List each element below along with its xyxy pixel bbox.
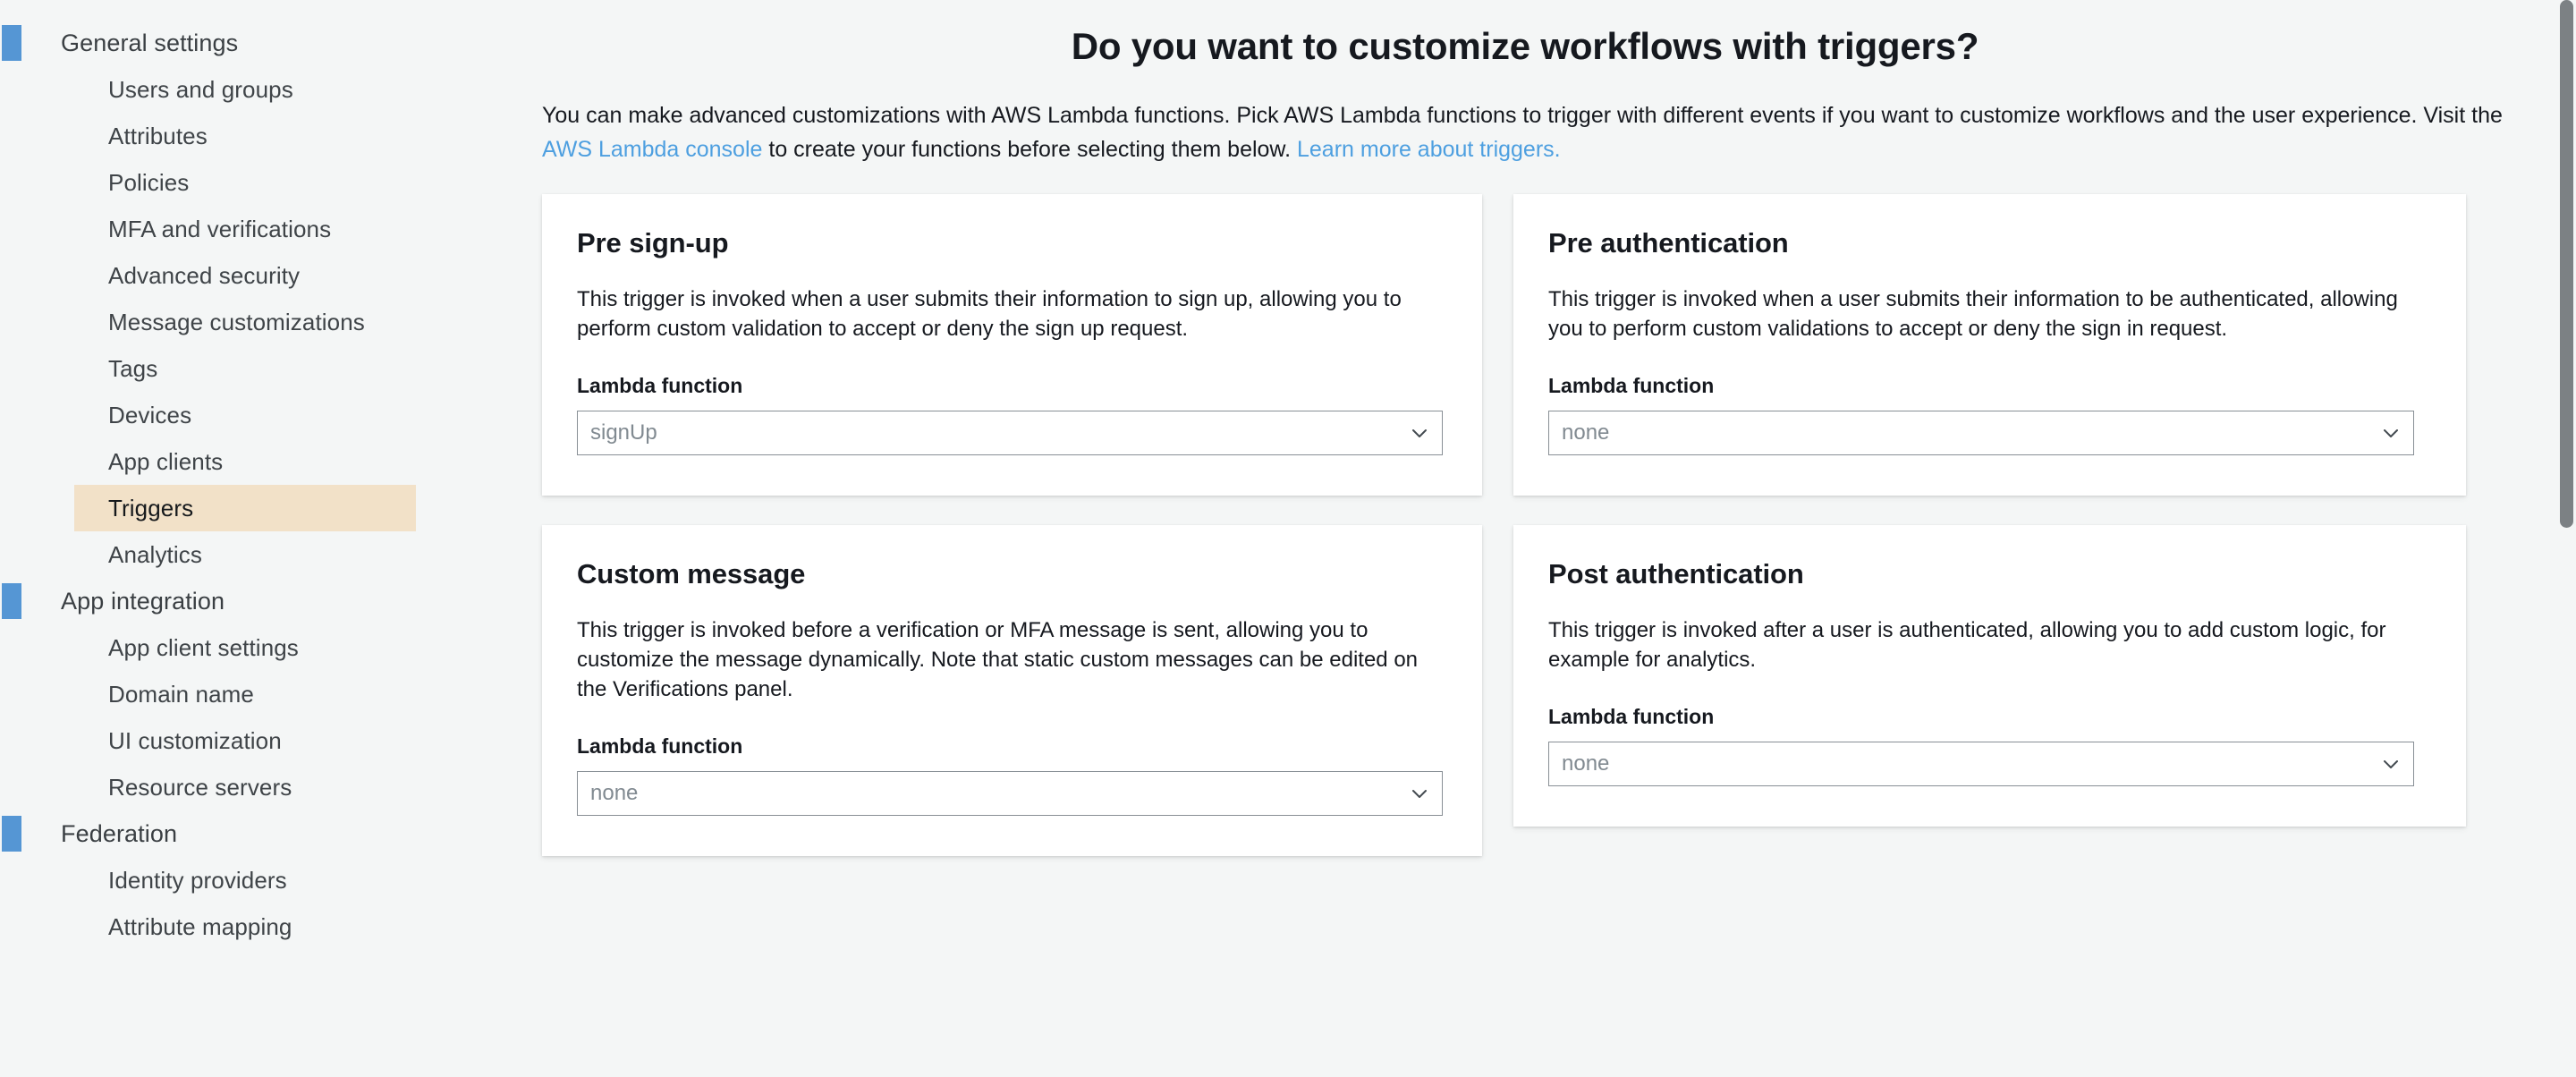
sidebar-item-tags[interactable]: Tags: [0, 345, 510, 392]
select-value: none: [1562, 420, 1610, 445]
sidebar-item-label: App client settings: [108, 633, 299, 661]
sidebar-item-label: Attribute mapping: [108, 912, 292, 940]
lambda-function-label: Lambda function: [577, 374, 743, 397]
sidebar-item-attribute-mapping[interactable]: Attribute mapping: [0, 903, 510, 950]
trigger-card-pre-authentication: Pre authentication This trigger is invok…: [1513, 194, 2466, 496]
intro-text-part-1: You can make advanced customizations wit…: [542, 103, 2503, 128]
sidebar-item-label: Devices: [108, 401, 192, 428]
sidebar-section-federation[interactable]: Federation: [0, 810, 510, 857]
app-root: General settings Users and groups Attrib…: [0, 0, 2576, 1077]
card-description: This trigger is invoked before a verific…: [577, 618, 1419, 701]
sidebar-section-general-settings[interactable]: General settings: [0, 20, 510, 66]
sidebar-item-label: Attributes: [108, 122, 208, 149]
sidebar-item-label: Advanced security: [108, 261, 301, 289]
lambda-function-label: Lambda function: [1548, 705, 1715, 728]
sidebar-item-attributes[interactable]: Attributes: [0, 113, 510, 159]
sidebar-item-policies[interactable]: Policies: [0, 159, 510, 206]
card-title: Pre authentication: [1548, 227, 1789, 259]
chevron-down-icon: [1410, 423, 1429, 443]
trigger-card-post-authentication: Post authentication This trigger is invo…: [1513, 525, 2466, 827]
chevron-down-icon: [2381, 754, 2401, 774]
lambda-function-label: Lambda function: [1548, 374, 1715, 397]
sidebar-item-analytics[interactable]: Analytics: [0, 531, 510, 578]
sidebar-item-label: Message customizations: [108, 308, 365, 335]
sidebar-item-label: UI customization: [108, 726, 282, 754]
card-title: Custom message: [577, 558, 806, 589]
aws-lambda-console-link[interactable]: AWS Lambda console: [542, 137, 762, 162]
intro-paragraph: You can make advanced customizations wit…: [510, 98, 2576, 166]
sidebar-item-label: Analytics: [108, 540, 202, 568]
sidebar-item-devices[interactable]: Devices: [0, 392, 510, 438]
lambda-function-select-post-authentication[interactable]: none: [1548, 742, 2414, 786]
card-description: This trigger is invoked when a user subm…: [577, 287, 1402, 341]
sidebar-section-label: Federation: [61, 819, 178, 847]
sidebar-item-label: Triggers: [108, 494, 194, 522]
sidebar-item-app-clients[interactable]: App clients: [0, 438, 510, 485]
sidebar-section-label: App integration: [61, 587, 225, 615]
sidebar-item-label: Domain name: [108, 680, 254, 708]
sidebar-item-app-client-settings[interactable]: App client settings: [0, 624, 510, 671]
card-description: This trigger is invoked when a user subm…: [1548, 287, 2398, 341]
sidebar-item-identity-providers[interactable]: Identity providers: [0, 857, 510, 903]
sidebar-section-label: General settings: [61, 29, 239, 56]
sidebar-item-label: Users and groups: [108, 75, 293, 103]
page-scrollbar-thumb[interactable]: [2560, 0, 2573, 528]
trigger-cards-column-right: Pre authentication This trigger is invok…: [1513, 194, 2466, 856]
sidebar-item-label: App clients: [108, 447, 224, 475]
sidebar-item-label: MFA and verifications: [108, 215, 332, 242]
select-value: none: [590, 781, 639, 805]
sidebar-item-domain-name[interactable]: Domain name: [0, 671, 510, 717]
sidebar-item-label: Tags: [108, 354, 158, 382]
select-value: signUp: [590, 420, 657, 445]
sidebar-item-resource-servers[interactable]: Resource servers: [0, 764, 510, 810]
trigger-card-pre-sign-up: Pre sign-up This trigger is invoked when…: [542, 194, 1482, 496]
sidebar-item-users-and-groups[interactable]: Users and groups: [0, 66, 510, 113]
lambda-function-select-custom-message[interactable]: none: [577, 771, 1443, 816]
section-marker-icon: [2, 816, 21, 852]
intro-text-part-2: to create your functions before selectin…: [762, 137, 1297, 162]
sidebar-item-advanced-security[interactable]: Advanced security: [0, 252, 510, 299]
sidebar-item-label: Identity providers: [108, 866, 287, 894]
lambda-function-select-pre-sign-up[interactable]: signUp: [577, 411, 1443, 455]
sidebar-item-label: Resource servers: [108, 773, 292, 801]
card-description: This trigger is invoked after a user is …: [1548, 618, 2386, 672]
trigger-cards-column-left: Pre sign-up This trigger is invoked when…: [542, 194, 1482, 856]
chevron-down-icon: [2381, 423, 2401, 443]
lambda-function-select-pre-authentication[interactable]: none: [1548, 411, 2414, 455]
trigger-cards-grid: Pre sign-up This trigger is invoked when…: [510, 166, 2576, 856]
sidebar-section-app-integration[interactable]: App integration: [0, 578, 510, 624]
sidebar-item-message-customizations[interactable]: Message customizations: [0, 299, 510, 345]
learn-more-about-triggers-link[interactable]: Learn more about triggers.: [1297, 137, 1561, 162]
settings-sidebar: General settings Users and groups Attrib…: [0, 0, 510, 1077]
sidebar-item-mfa-and-verifications[interactable]: MFA and verifications: [0, 206, 510, 252]
trigger-card-custom-message: Custom message This trigger is invoked b…: [542, 525, 1482, 856]
main-content: Do you want to customize workflows with …: [510, 0, 2576, 1077]
sidebar-item-triggers[interactable]: Triggers: [0, 485, 510, 531]
select-value: none: [1562, 751, 1610, 776]
section-marker-icon: [2, 25, 21, 61]
section-marker-icon: [2, 583, 21, 619]
card-title: Pre sign-up: [577, 227, 729, 259]
chevron-down-icon: [1410, 784, 1429, 803]
page-title: Do you want to customize workflows with …: [1071, 25, 1979, 67]
lambda-function-label: Lambda function: [577, 734, 743, 758]
sidebar-item-label: Policies: [108, 168, 190, 196]
card-title: Post authentication: [1548, 558, 1804, 589]
sidebar-item-ui-customization[interactable]: UI customization: [0, 717, 510, 764]
